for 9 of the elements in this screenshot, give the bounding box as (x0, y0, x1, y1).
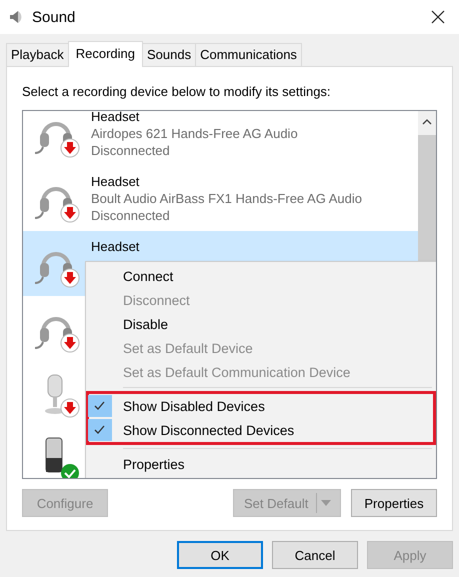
device-name: Headset (91, 111, 140, 125)
device-description: Boult Audio AirBass FX1 Hands-Free AG Audio (91, 190, 362, 207)
device-name: Headset (91, 173, 140, 190)
device-name: Headset (91, 238, 140, 255)
device-description: Airdopes 621 Hands-Free AG Audio (91, 125, 298, 142)
device-status: Disconnected (91, 142, 171, 159)
instruction-text: Select a recording device below to modify its settings: (22, 84, 332, 101)
device-status: Disconnected (91, 207, 171, 224)
window-title: Sound (32, 8, 76, 26)
